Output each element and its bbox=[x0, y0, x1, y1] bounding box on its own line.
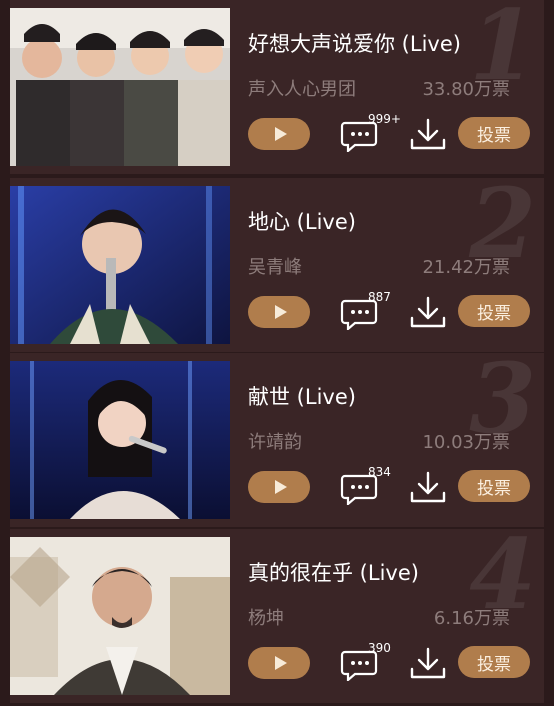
song-card[interactable]: 3 献世 (Live) 许靖韵 10.03万票 834 投票 bbox=[0, 349, 554, 527]
play-button[interactable] bbox=[248, 471, 310, 503]
cover-art-singer-photo bbox=[10, 186, 230, 344]
vote-button[interactable]: 投票 bbox=[458, 117, 530, 149]
download-button[interactable] bbox=[408, 294, 448, 330]
download-icon bbox=[410, 647, 446, 679]
album-cover-image[interactable] bbox=[10, 361, 230, 519]
play-icon bbox=[274, 305, 287, 319]
download-button[interactable] bbox=[408, 116, 448, 152]
comment-count: 887 bbox=[368, 290, 391, 304]
vote-button[interactable]: 投票 bbox=[458, 470, 530, 502]
comment-button[interactable]: 390 bbox=[334, 641, 398, 685]
song-card-body: 3 献世 (Live) 许靖韵 10.03万票 834 投票 bbox=[10, 349, 544, 527]
cover-art-group-photo bbox=[10, 8, 230, 166]
play-icon bbox=[274, 656, 287, 670]
comment-count: 999+ bbox=[368, 112, 401, 126]
download-button[interactable] bbox=[408, 469, 448, 505]
song-card[interactable]: 4 真的很在乎 (Live) 杨坤 6.16万票 390 投票 bbox=[0, 525, 554, 703]
artist-name[interactable]: 吴青峰 bbox=[248, 253, 302, 279]
cover-art-singer-photo bbox=[10, 537, 230, 695]
song-card-body: 1 好想大声说爱你 (Live) 声入人心男团 33.80万票 999+ 投票 bbox=[10, 0, 544, 174]
album-cover-image[interactable] bbox=[10, 8, 230, 166]
download-icon bbox=[410, 118, 446, 150]
artist-name[interactable]: 声入人心男团 bbox=[248, 75, 356, 101]
album-cover-image[interactable] bbox=[10, 186, 230, 344]
song-title[interactable]: 地心 (Live) bbox=[248, 206, 356, 236]
play-button[interactable] bbox=[248, 296, 310, 328]
artist-name[interactable]: 杨坤 bbox=[248, 604, 284, 630]
comment-button[interactable]: 887 bbox=[334, 290, 398, 334]
song-card-body: 4 真的很在乎 (Live) 杨坤 6.16万票 390 投票 bbox=[10, 525, 544, 703]
play-icon bbox=[274, 127, 287, 141]
cover-art-singer-photo bbox=[10, 361, 230, 519]
play-icon bbox=[274, 480, 287, 494]
vote-count: 10.03万票 bbox=[422, 432, 510, 453]
vote-count: 33.80万票 bbox=[422, 79, 510, 100]
vote-button[interactable]: 投票 bbox=[458, 295, 530, 327]
vote-button[interactable]: 投票 bbox=[458, 646, 530, 678]
song-card-body: 2 地心 (Live) 吴青峰 21.42万票 887 投票 bbox=[10, 174, 544, 352]
song-title[interactable]: 真的很在乎 (Live) bbox=[248, 557, 419, 587]
album-cover-image[interactable] bbox=[10, 537, 230, 695]
song-title[interactable]: 好想大声说爱你 (Live) bbox=[248, 28, 461, 58]
comment-button[interactable]: 834 bbox=[334, 465, 398, 509]
play-button[interactable] bbox=[248, 118, 310, 150]
comment-count: 834 bbox=[368, 465, 391, 479]
play-button[interactable] bbox=[248, 647, 310, 679]
download-button[interactable] bbox=[408, 645, 448, 681]
download-icon bbox=[410, 296, 446, 328]
song-title[interactable]: 献世 (Live) bbox=[248, 381, 356, 411]
comment-button[interactable]: 999+ bbox=[334, 112, 401, 156]
artist-name[interactable]: 许靖韵 bbox=[248, 428, 302, 454]
song-vote-list: 1 好想大声说爱你 (Live) 声入人心男团 33.80万票 999+ 投票 … bbox=[0, 0, 554, 706]
vote-count: 21.42万票 bbox=[422, 257, 510, 278]
download-icon bbox=[410, 471, 446, 503]
vote-count: 6.16万票 bbox=[433, 608, 510, 629]
comment-count: 390 bbox=[368, 641, 391, 655]
song-card[interactable]: 2 地心 (Live) 吴青峰 21.42万票 887 投票 bbox=[0, 174, 554, 352]
song-card[interactable]: 1 好想大声说爱你 (Live) 声入人心男团 33.80万票 999+ 投票 bbox=[0, 0, 554, 174]
